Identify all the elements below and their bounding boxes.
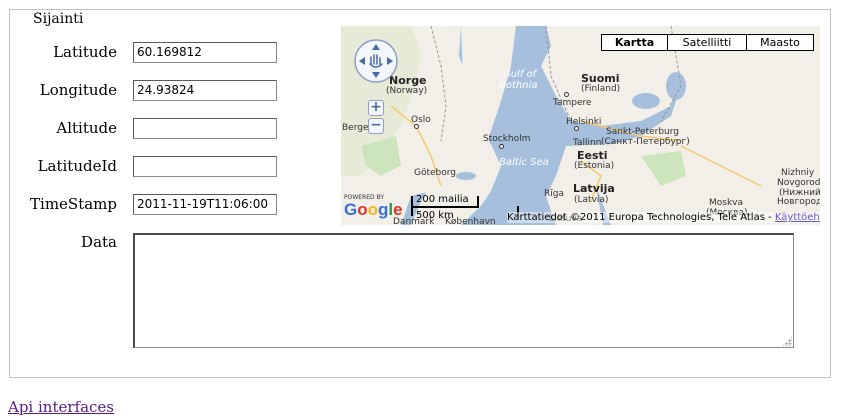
resize-grip-icon[interactable] (782, 336, 792, 346)
map-label-latvia: (Latvia) (574, 195, 609, 205)
map-label-eesti: Eesti (577, 149, 608, 162)
map-marker-tampere (564, 92, 569, 97)
fieldset-legend: Sijainti (30, 12, 87, 26)
altitude-label: Altitude (56, 119, 117, 137)
google-logo[interactable]: POWERED BY Google (344, 194, 403, 219)
map-type-kartta[interactable]: Kartta (601, 34, 668, 51)
map-label-stockholm: Stockholm (483, 134, 531, 144)
zoom-out-button[interactable]: − (368, 118, 384, 134)
map-label-goteborg: Göteborg (414, 168, 457, 178)
data-label: Data (81, 233, 117, 251)
altitude-input[interactable] (133, 118, 277, 139)
timestamp-label: TimeStamp (30, 195, 117, 213)
api-interfaces-link[interactable]: Api interfaces (8, 398, 114, 416)
google-logo-text: Google (344, 200, 403, 219)
map-label-tallinn: Tallinn (573, 138, 602, 148)
latitude-id-label: LatitudeId (37, 157, 117, 175)
map-label-nizhny: Nizhniy (781, 168, 815, 178)
latitude-id-input[interactable] (133, 156, 277, 177)
map-label-moskva: Moskva (709, 198, 744, 208)
pan-control[interactable] (353, 38, 399, 84)
map-marker-stockholm (499, 144, 504, 149)
scale-miles: 200 mailia (416, 194, 469, 205)
map-type-control: Kartta Satelliitti Maasto (601, 34, 814, 51)
longitude-label: Longitude (39, 81, 117, 99)
latitude-input[interactable]: 60.169812 (133, 42, 277, 63)
latitude-label: Latitude (53, 43, 117, 61)
map-label-latvija: Latvija (573, 182, 615, 195)
map-label-estonia: (Estonia) (574, 161, 615, 171)
terms-link[interactable]: Käyttöehdot (775, 212, 820, 223)
scale-km: 500 km (416, 210, 454, 221)
map-label-novgorod-ru2: Новгород) (777, 197, 820, 207)
map-copyright: Karttatiedot ©2011 Europa Technologies, … (507, 212, 820, 223)
map-label-suomi: Suomi (581, 72, 620, 85)
map-label-norway: (Norway) (386, 86, 428, 96)
map-label-oslo: Oslo (411, 115, 431, 125)
map-label-spb-ru: (Санкт-Петербург) (601, 137, 690, 147)
timestamp-input[interactable]: 2011-11-19T11:06:00 (133, 194, 277, 215)
map-label-gulf: Gulf of (503, 69, 537, 80)
map-label-bothnia: Bothnia (499, 80, 538, 91)
map-view[interactable]: Norge (Norway) Gulf of Bothnia Suomi (Fi… (341, 26, 820, 225)
map-marker-helsinki (574, 126, 579, 131)
data-textarea[interactable] (133, 233, 794, 348)
map-type-satelliitti[interactable]: Satelliitti (667, 34, 747, 51)
map-label-spb: Sankt-Peterburg (606, 127, 680, 137)
map-label-finland: (Finland) (581, 84, 621, 94)
longitude-input[interactable]: 24.93824 (133, 80, 277, 101)
map-label-tampere: Tampere (553, 98, 592, 108)
map-label-novgorod: Novgorod (777, 178, 820, 188)
map-label-riga: Rīga (544, 189, 564, 199)
map-label-helsinki: Helsinki (566, 117, 602, 127)
zoom-in-button[interactable]: + (368, 100, 384, 116)
copyright-text: Karttatiedot ©2011 Europa Technologies, … (507, 212, 775, 223)
map-type-maasto[interactable]: Maasto (746, 34, 814, 51)
map-label-baltic: Baltic Sea (499, 157, 549, 168)
